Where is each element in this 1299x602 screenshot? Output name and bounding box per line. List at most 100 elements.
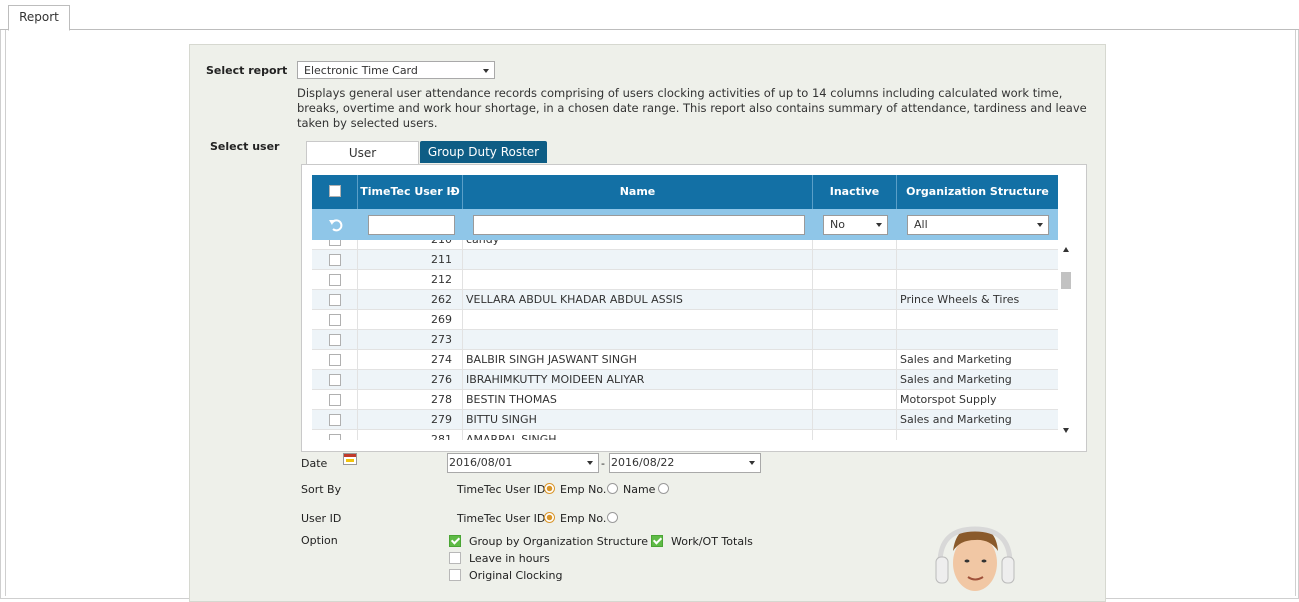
chevron-down-icon bbox=[587, 461, 593, 465]
table-row[interactable]: 274 BALBIR SINGH JASWANT SINGH Sales and… bbox=[312, 350, 1058, 370]
row-name bbox=[463, 270, 813, 290]
row-inactive bbox=[813, 270, 897, 290]
date-to-input[interactable]: 2016/08/22 bbox=[609, 453, 761, 473]
report-select[interactable]: Electronic Time Card bbox=[297, 61, 495, 79]
row-name bbox=[463, 310, 813, 330]
row-org: Sales and Marketing bbox=[900, 373, 1012, 386]
chevron-down-icon bbox=[483, 69, 489, 73]
row-inactive bbox=[813, 310, 897, 330]
row-user-id: 279 bbox=[358, 410, 463, 430]
row-checkbox[interactable] bbox=[329, 414, 341, 426]
col-user-id[interactable]: TimeTec User ID bbox=[358, 175, 463, 209]
row-checkbox[interactable] bbox=[329, 240, 341, 246]
userid-option-empno-label: Emp No. bbox=[560, 512, 607, 525]
row-inactive bbox=[813, 290, 897, 310]
tab-report[interactable]: Report bbox=[8, 5, 70, 31]
row-name bbox=[463, 250, 813, 270]
calendar-icon[interactable] bbox=[343, 453, 357, 465]
row-checkbox[interactable] bbox=[329, 434, 341, 440]
date-from-value: 2016/08/01 bbox=[449, 456, 513, 469]
scroll-down-icon[interactable] bbox=[1063, 428, 1069, 433]
row-inactive bbox=[813, 430, 897, 440]
sort-userid-radio[interactable] bbox=[544, 483, 555, 494]
reset-filter-icon[interactable] bbox=[328, 217, 343, 232]
row-org: Prince Wheels & Tires bbox=[900, 293, 1020, 306]
select-user-label: Select user bbox=[210, 140, 280, 153]
table-row[interactable]: 210 candy bbox=[312, 240, 1058, 250]
grid-scrollbar[interactable] bbox=[1059, 240, 1074, 440]
support-agent-image bbox=[935, 526, 1015, 591]
userid-userid-radio[interactable] bbox=[544, 512, 555, 523]
inactive-filter-select[interactable]: No bbox=[823, 215, 888, 235]
col-inactive-users[interactable]: Inactive Users bbox=[813, 175, 897, 232]
sort-option-empno-label: Emp No. bbox=[560, 483, 607, 496]
row-checkbox[interactable] bbox=[329, 374, 341, 386]
report-description: Displays general user attendance records… bbox=[297, 86, 1087, 130]
row-user-id: 281 bbox=[358, 430, 463, 440]
row-user-id: 212 bbox=[358, 270, 463, 290]
row-org bbox=[897, 330, 1058, 350]
group-by-org-checkbox[interactable] bbox=[449, 535, 461, 547]
select-report-label: Select report bbox=[206, 64, 288, 77]
col-user-id-label: TimeTec User ID bbox=[360, 185, 460, 198]
sort-option-userid-label: TimeTec User ID bbox=[457, 483, 546, 496]
row-inactive bbox=[813, 250, 897, 270]
grid-body: 210 candy 211 212 262 VELLARA ABDUL KHAD… bbox=[312, 240, 1058, 440]
scroll-thumb[interactable] bbox=[1061, 272, 1071, 289]
table-row[interactable]: 273 bbox=[312, 330, 1058, 350]
sort-by-label: Sort By bbox=[301, 483, 342, 496]
table-row[interactable]: 262 VELLARA ABDUL KHADAR ABDUL ASSIS Pri… bbox=[312, 290, 1058, 310]
row-org: Sales and Marketing bbox=[900, 413, 1012, 426]
sort-empno-radio[interactable] bbox=[607, 483, 618, 494]
user-id-filter-input[interactable] bbox=[368, 215, 455, 235]
table-row[interactable]: 278 BESTIN THOMAS Motorspot Supply bbox=[312, 390, 1058, 410]
scroll-up-icon[interactable] bbox=[1063, 247, 1069, 252]
table-row[interactable]: 281 AMARPAL SINGH bbox=[312, 430, 1058, 440]
row-inactive bbox=[813, 410, 897, 430]
row-name: VELLARA ABDUL KHADAR ABDUL ASSIS bbox=[463, 290, 813, 310]
tab-group-duty-roster[interactable]: Group Duty Roster bbox=[420, 141, 547, 163]
row-checkbox[interactable] bbox=[329, 394, 341, 406]
sort-asc-icon bbox=[450, 188, 456, 192]
row-name: candy bbox=[463, 240, 813, 250]
table-row[interactable]: 269 bbox=[312, 310, 1058, 330]
option-label: Option bbox=[301, 534, 338, 547]
row-inactive bbox=[813, 330, 897, 350]
table-row[interactable]: 212 bbox=[312, 270, 1058, 290]
row-name: BALBIR SINGH JASWANT SINGH bbox=[463, 350, 813, 370]
row-user-id: 262 bbox=[358, 290, 463, 310]
chevron-down-icon bbox=[749, 461, 755, 465]
org-filter-select[interactable]: All bbox=[907, 215, 1049, 235]
row-checkbox[interactable] bbox=[329, 294, 341, 306]
row-checkbox[interactable] bbox=[329, 254, 341, 266]
date-separator: - bbox=[601, 457, 605, 470]
col-organization-structure[interactable]: Organization Structure bbox=[897, 175, 1058, 209]
table-row[interactable]: 279 BITTU SINGH Sales and Marketing bbox=[312, 410, 1058, 430]
row-inactive bbox=[813, 240, 897, 250]
chevron-down-icon bbox=[876, 223, 882, 227]
original-clocking-checkbox[interactable] bbox=[449, 569, 461, 581]
row-checkbox[interactable] bbox=[329, 274, 341, 286]
tab-user[interactable]: User bbox=[306, 141, 419, 166]
row-checkbox[interactable] bbox=[329, 354, 341, 366]
tab-bar: Report bbox=[0, 0, 1299, 31]
table-row[interactable]: 211 bbox=[312, 250, 1058, 270]
row-org bbox=[897, 240, 1058, 250]
name-filter-input[interactable] bbox=[473, 215, 805, 235]
table-row[interactable]: 276 IBRAHIMKUTTY MOIDEEN ALIYAR Sales an… bbox=[312, 370, 1058, 390]
row-user-id: 211 bbox=[358, 250, 463, 270]
leave-in-hours-checkbox[interactable] bbox=[449, 552, 461, 564]
report-select-value: Electronic Time Card bbox=[304, 64, 418, 77]
userid-empno-radio[interactable] bbox=[607, 512, 618, 523]
sort-name-radio[interactable] bbox=[658, 483, 669, 494]
row-checkbox[interactable] bbox=[329, 314, 341, 326]
select-all-checkbox[interactable] bbox=[329, 185, 341, 197]
col-name[interactable]: Name bbox=[463, 175, 813, 209]
date-label: Date bbox=[301, 457, 328, 470]
row-org: Sales and Marketing bbox=[900, 353, 1012, 366]
work-ot-totals-checkbox[interactable] bbox=[651, 535, 663, 547]
date-from-input[interactable]: 2016/08/01 bbox=[447, 453, 599, 473]
row-checkbox[interactable] bbox=[329, 334, 341, 346]
row-user-id: 273 bbox=[358, 330, 463, 350]
original-clocking-label: Original Clocking bbox=[469, 569, 563, 582]
